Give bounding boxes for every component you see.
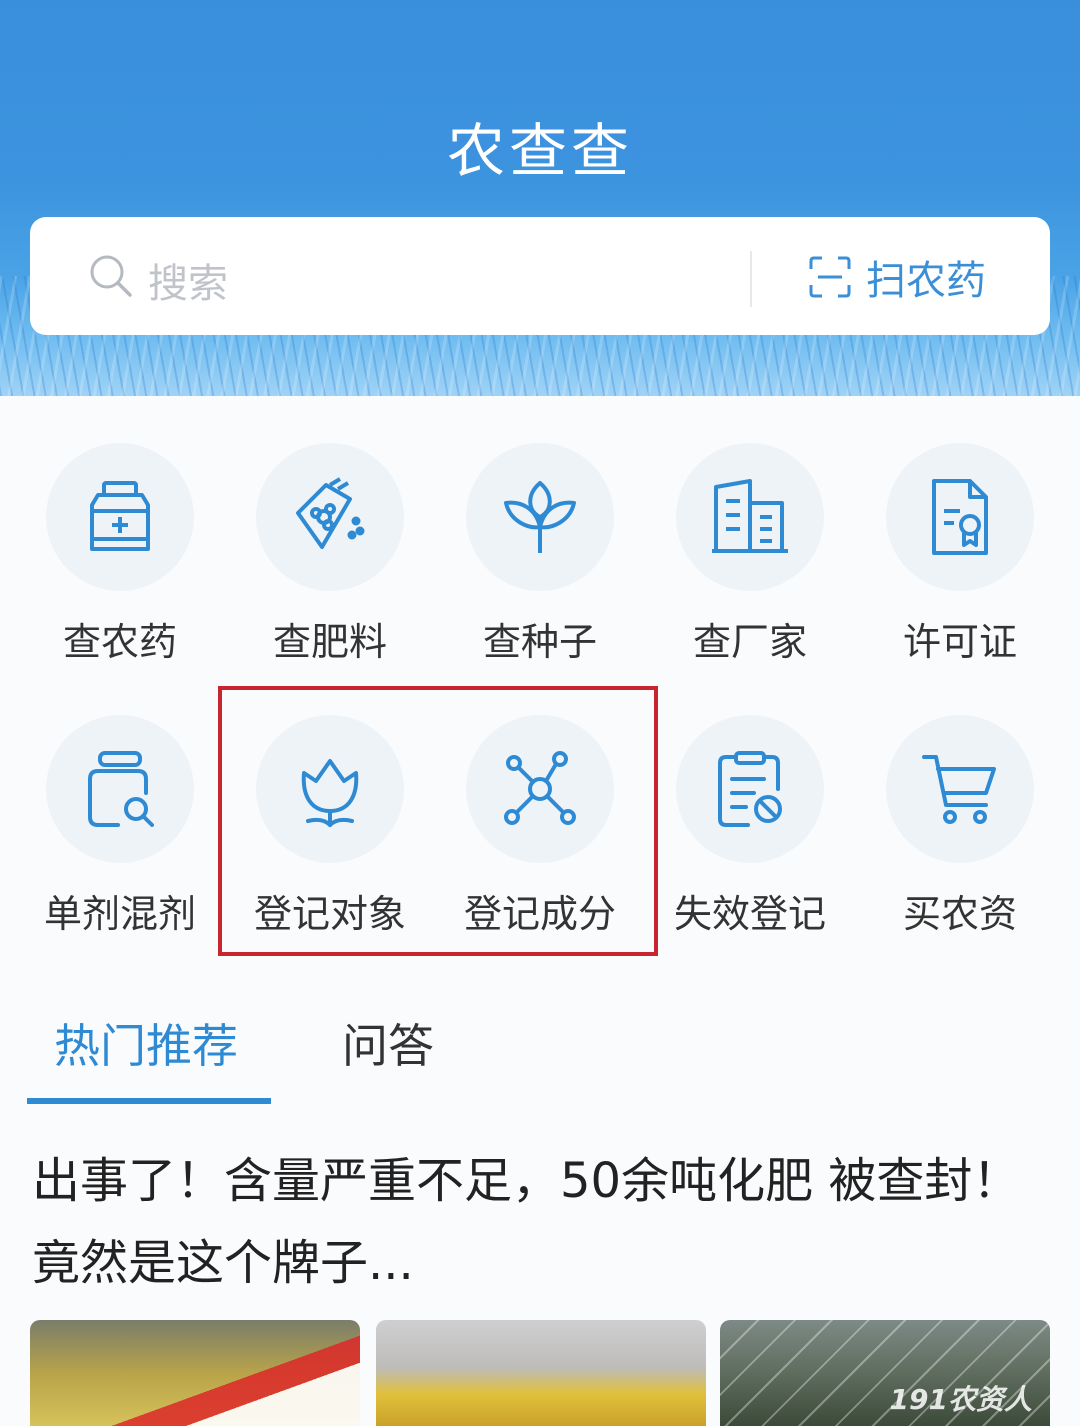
building-icon	[712, 479, 788, 553]
pesticide-bottle-icon	[90, 481, 150, 551]
tab-qa[interactable]: 问答	[342, 1010, 434, 1076]
grid-item-seed[interactable]: 查种子	[435, 443, 645, 673]
grid-label: 许可证	[902, 620, 1017, 664]
icon-circle	[886, 715, 1034, 863]
active-tab-indicator	[27, 1098, 271, 1104]
search-bar[interactable]: 搜索 扫农药	[30, 217, 1050, 335]
watermark: 191农资人	[889, 1383, 1032, 1416]
icon-circle	[256, 443, 404, 591]
grid-item-license[interactable]: 许可证	[855, 443, 1065, 673]
icon-circle	[676, 715, 824, 863]
icon-circle	[46, 443, 194, 591]
cart-icon	[922, 755, 996, 824]
bottle-search-icon	[88, 751, 154, 827]
grid-label: 失效登记	[673, 892, 826, 936]
scan-pesticide-button[interactable]: 扫农药	[808, 247, 986, 307]
scan-icon	[809, 256, 851, 298]
icon-circle	[886, 443, 1034, 591]
grid-label: 查厂家	[692, 620, 807, 664]
search-divider	[750, 251, 752, 307]
grid-label: 买农资	[902, 892, 1017, 936]
grid-label: 单剂混剂	[43, 892, 196, 936]
highlight-box	[218, 686, 658, 956]
app-title: 农查查	[446, 117, 633, 185]
clipboard-forbidden-icon	[718, 751, 782, 827]
grid-item-fertilizer[interactable]: 查肥料	[225, 443, 435, 673]
seedling-icon	[504, 481, 576, 553]
grid-item-invalid-reg[interactable]: 失效登记	[645, 715, 855, 945]
scan-label: 扫农药	[866, 258, 986, 304]
fertilizer-bag-icon	[296, 477, 365, 549]
grid-item-single-mixed[interactable]: 单剂混剂	[15, 715, 225, 945]
grid-label: 查农药	[62, 620, 177, 664]
article-image-1[interactable]	[30, 1320, 360, 1426]
certificate-icon	[932, 479, 988, 555]
grid-item-pesticide[interactable]: 查农药	[15, 443, 225, 673]
grid-item-buy-supplies[interactable]: 买农资	[855, 715, 1065, 945]
app-header: 农查查 搜索 扫农药	[0, 0, 1080, 396]
tab-hot-recommend[interactable]: 热门推荐	[54, 1010, 238, 1076]
icon-circle	[466, 443, 614, 591]
search-icon	[90, 255, 132, 297]
icon-circle	[676, 443, 824, 591]
icon-circle	[46, 715, 194, 863]
article-title[interactable]: 出事了！含量严重不足，50余吨化肥 被查封！竟然是这个牌子...	[32, 1140, 1042, 1304]
article-image-2[interactable]	[376, 1320, 706, 1426]
grid-item-manufacturer[interactable]: 查厂家	[645, 443, 855, 673]
article-image-3[interactable]: 191农资人	[720, 1320, 1050, 1426]
grid-label: 查肥料	[272, 620, 387, 664]
search-input[interactable]: 搜索	[148, 251, 228, 309]
grid-label: 查种子	[482, 620, 597, 664]
